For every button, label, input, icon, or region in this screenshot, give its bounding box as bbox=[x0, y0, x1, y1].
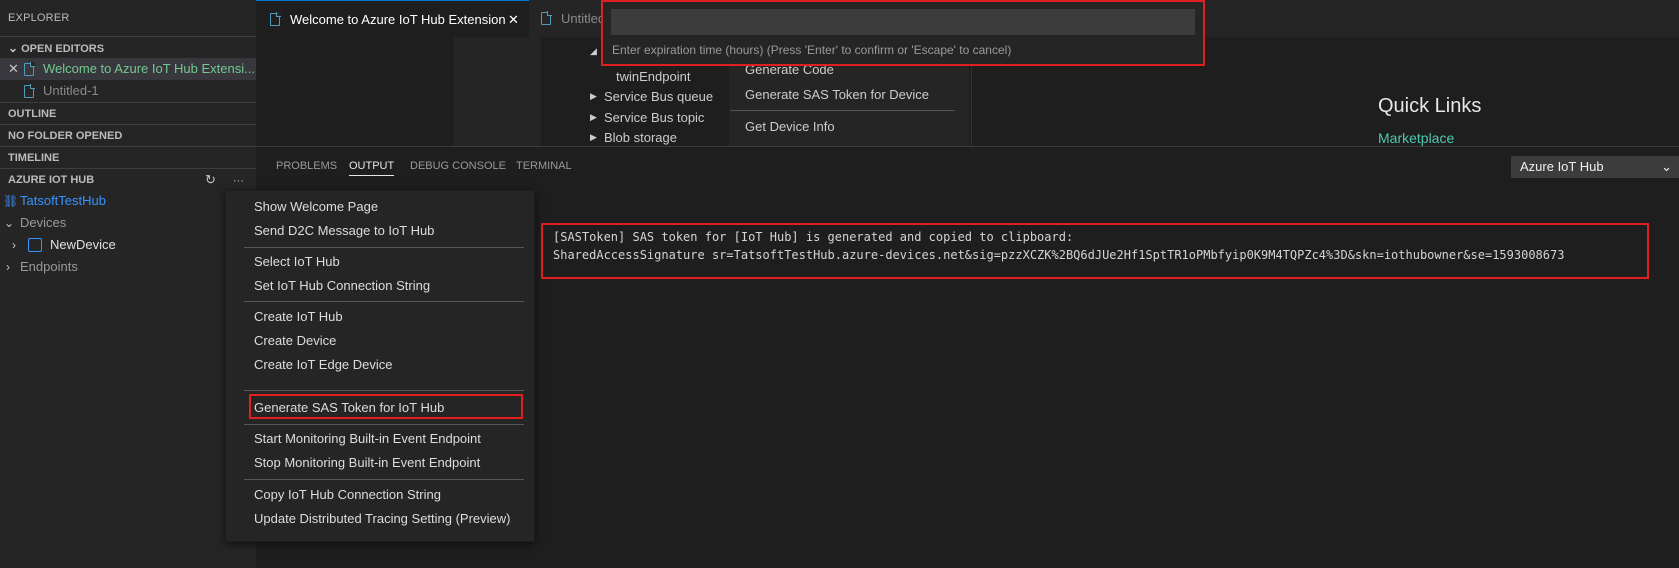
output-channel-select[interactable]: Azure IoT Hub ⌄ bbox=[1511, 156, 1679, 178]
preview-menu-item: Generate SAS Token for Device bbox=[745, 87, 930, 102]
output-line: [SASToken] SAS token for [IoT Hub] is ge… bbox=[553, 230, 1074, 244]
iot-hub-icon: ⛓ bbox=[3, 194, 19, 208]
tree-item: Blob storage bbox=[604, 130, 677, 145]
menu-item-start-monitoring[interactable]: Start Monitoring Built-in Event Endpoint bbox=[254, 428, 481, 450]
tree-item-devices[interactable]: ⌄ Devices bbox=[0, 212, 256, 234]
outline-section[interactable]: OUTLINE bbox=[0, 102, 256, 124]
explorer-sidebar: EXPLORER ⌄ OPEN EDITORS ✕ Welcome to Azu… bbox=[0, 0, 256, 568]
more-actions-icon[interactable]: ··· bbox=[233, 175, 244, 187]
open-editors-label: OPEN EDITORS bbox=[21, 43, 105, 55]
context-menu: Show Welcome Page Send D2C Message to Io… bbox=[225, 190, 535, 542]
chevron-right-icon: › bbox=[6, 260, 10, 274]
open-editor-label: Untitled-1 bbox=[43, 83, 99, 98]
tree-item-hub[interactable]: ⛓ TatsoftTestHub bbox=[0, 190, 256, 212]
menu-separator bbox=[244, 424, 524, 425]
azure-iot-hub-label: AZURE IOT HUB bbox=[8, 174, 95, 186]
triangle-right-icon: ▶ bbox=[590, 112, 597, 122]
timeline-label: TIMELINE bbox=[8, 152, 60, 164]
menu-item-create-hub[interactable]: Create IoT Hub bbox=[254, 306, 343, 328]
tab-problems[interactable]: PROBLEMS bbox=[276, 160, 337, 172]
tree-item: twinEndpoint bbox=[616, 69, 691, 84]
quick-links-title: Quick Links bbox=[1378, 95, 1482, 117]
chevron-down-icon: ⌄ bbox=[4, 216, 15, 230]
menu-separator bbox=[244, 479, 524, 480]
expand-icon: ◢ bbox=[590, 46, 597, 56]
file-icon bbox=[24, 62, 35, 76]
chevron-down-icon: ⌄ bbox=[1661, 159, 1672, 174]
open-editor-item-untitled[interactable]: Untitled-1 bbox=[0, 80, 256, 102]
preview-menu-item: Get Device Info bbox=[745, 119, 835, 134]
chevron-right-icon: › bbox=[12, 238, 16, 252]
expiration-input[interactable] bbox=[611, 9, 1195, 35]
hub-name: TatsoftTestHub bbox=[20, 193, 106, 208]
endpoints-label: Endpoints bbox=[20, 259, 78, 274]
menu-separator bbox=[244, 301, 524, 302]
chevron-down-icon: ⌄ bbox=[8, 41, 19, 55]
device-icon bbox=[28, 238, 42, 252]
output-channel-value: Azure IoT Hub bbox=[1520, 159, 1604, 174]
menu-item-select-hub[interactable]: Select IoT Hub bbox=[254, 251, 340, 273]
tab-debug-console[interactable]: DEBUG CONSOLE bbox=[410, 160, 506, 172]
menu-separator bbox=[730, 110, 955, 111]
devices-label: Devices bbox=[20, 215, 67, 230]
file-icon bbox=[270, 12, 281, 26]
tab-terminal[interactable]: TERMINAL bbox=[516, 160, 572, 172]
tree-item-device[interactable]: › NewDevice bbox=[0, 234, 256, 256]
menu-separator bbox=[244, 247, 524, 248]
tab-welcome[interactable]: Welcome to Azure IoT Hub Extension ✕ bbox=[256, 0, 529, 37]
close-icon[interactable]: ✕ bbox=[8, 58, 19, 80]
open-editor-item-welcome[interactable]: ✕ Welcome to Azure IoT Hub Extensi... bbox=[0, 58, 256, 80]
menu-item-send-d2c[interactable]: Send D2C Message to IoT Hub bbox=[254, 220, 434, 242]
tab-label: Untitled bbox=[561, 11, 606, 26]
file-icon bbox=[24, 84, 35, 98]
timeline-section[interactable]: TIMELINE bbox=[0, 146, 256, 168]
triangle-right-icon: ▶ bbox=[590, 132, 597, 142]
tab-untitled[interactable]: Untitled bbox=[529, 0, 609, 37]
device-name: NewDevice bbox=[50, 237, 116, 252]
tree-item: Service Bus queue bbox=[604, 89, 714, 104]
tab-label: Welcome to Azure IoT Hub Extension bbox=[290, 12, 506, 27]
tree-item-endpoints[interactable]: › Endpoints bbox=[0, 256, 256, 278]
menu-separator bbox=[244, 390, 524, 391]
section-actions: ↻ ··· bbox=[205, 169, 244, 192]
menu-item-copy-connection-string[interactable]: Copy IoT Hub Connection String bbox=[254, 484, 441, 506]
quick-link-marketplace[interactable]: Marketplace bbox=[1378, 130, 1454, 146]
menu-item-stop-monitoring[interactable]: Stop Monitoring Built-in Event Endpoint bbox=[254, 452, 480, 474]
menu-item-create-edge-device[interactable]: Create IoT Edge Device bbox=[254, 354, 393, 376]
azure-iot-hub-section[interactable]: AZURE IOT HUB ↻ ··· bbox=[0, 168, 256, 190]
quick-input-widget: Enter expiration time (hours) (Press 'En… bbox=[601, 0, 1205, 66]
menu-item-create-device[interactable]: Create Device bbox=[254, 330, 336, 352]
triangle-right-icon: ▶ bbox=[590, 91, 597, 101]
menu-item-update-tracing[interactable]: Update Distributed Tracing Setting (Prev… bbox=[254, 508, 511, 530]
explorer-title: EXPLORER bbox=[8, 12, 70, 24]
output-line: SharedAccessSignature sr=TatsoftTestHub.… bbox=[553, 248, 1565, 262]
refresh-icon[interactable]: ↻ bbox=[205, 172, 216, 187]
file-icon bbox=[541, 11, 552, 25]
tab-output[interactable]: OUTPUT bbox=[349, 160, 395, 176]
menu-item-set-connection-string[interactable]: Set IoT Hub Connection String bbox=[254, 275, 430, 297]
quick-input-hint: Enter expiration time (hours) (Press 'En… bbox=[612, 43, 1012, 57]
open-editors-section[interactable]: ⌄ OPEN EDITORS bbox=[0, 36, 256, 58]
menu-item-generate-sas-token[interactable]: Generate SAS Token for IoT Hub bbox=[254, 397, 444, 419]
tree-item: Service Bus topic bbox=[604, 110, 705, 125]
output-highlight: [SASToken] SAS token for [IoT Hub] is ge… bbox=[541, 223, 1649, 279]
outline-label: OUTLINE bbox=[8, 108, 57, 120]
no-folder-section[interactable]: NO FOLDER OPENED bbox=[0, 124, 256, 146]
no-folder-label: NO FOLDER OPENED bbox=[8, 130, 123, 142]
close-icon[interactable]: ✕ bbox=[508, 1, 519, 38]
open-editor-label: Welcome to Azure IoT Hub Extensi... bbox=[43, 61, 255, 76]
menu-item-show-welcome[interactable]: Show Welcome Page bbox=[254, 196, 378, 218]
